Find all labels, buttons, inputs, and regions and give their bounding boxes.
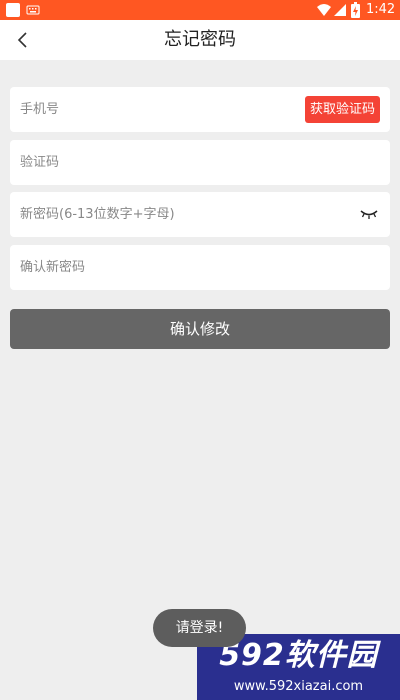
toast-message: 请登录! <box>153 609 246 647</box>
phone-field: 获取验证码 <box>10 87 390 132</box>
wifi-icon <box>317 4 331 16</box>
battery-icon <box>351 2 360 18</box>
app-icon <box>6 3 20 17</box>
eye-closed-icon[interactable] <box>360 208 378 220</box>
status-bar: 1:42 <box>0 0 400 20</box>
code-field <box>10 140 390 185</box>
new-password-input[interactable] <box>20 192 300 237</box>
code-input[interactable] <box>20 140 300 185</box>
watermark-url: www.592xiazai.com <box>233 679 364 694</box>
status-time: 1:42 <box>366 2 396 17</box>
signal-icon <box>334 4 346 16</box>
new-password-field <box>10 192 390 237</box>
get-code-button[interactable]: 获取验证码 <box>304 96 380 123</box>
keyboard-icon <box>26 5 40 15</box>
page-title: 忘记密码 <box>164 29 236 50</box>
confirm-password-input[interactable] <box>20 245 300 290</box>
confirm-password-field <box>10 245 390 290</box>
nav-bar: 忘记密码 <box>0 20 400 60</box>
confirm-change-button[interactable]: 确认修改 <box>10 309 390 349</box>
phone-input[interactable] <box>20 87 300 132</box>
chevron-left-icon[interactable] <box>14 31 32 49</box>
